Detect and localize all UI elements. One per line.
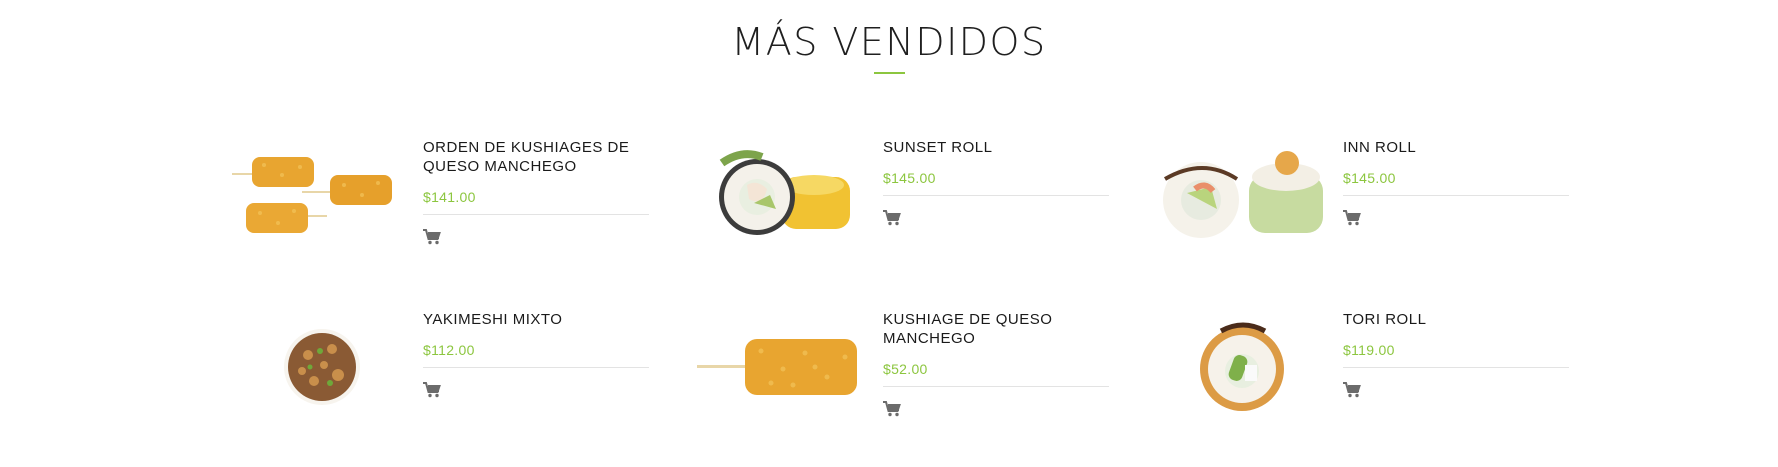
divider xyxy=(1343,195,1569,196)
product-name[interactable]: INN ROLL xyxy=(1343,138,1569,157)
sunset-roll-image xyxy=(719,150,850,235)
product-price: $52.00 xyxy=(883,361,928,377)
product-card: YAKIMESHI MIXTO $112.00 xyxy=(222,302,682,452)
divider xyxy=(423,214,649,215)
yakimeshi-image xyxy=(284,329,360,405)
tori-roll-image xyxy=(1200,322,1284,411)
kushiages-image xyxy=(232,157,392,233)
product-card: TORI ROLL $119.00 xyxy=(1142,302,1602,452)
product-image-inn-roll[interactable] xyxy=(1142,130,1342,260)
cart-icon[interactable] xyxy=(423,382,441,398)
product-price: $141.00 xyxy=(423,189,476,205)
product-card: SUNSET ROLL $145.00 xyxy=(682,130,1142,280)
product-name[interactable]: KUSHIAGE DE QUESO MANCHEGO xyxy=(883,310,1109,348)
product-price: $119.00 xyxy=(1343,342,1395,358)
divider xyxy=(883,386,1109,387)
product-price: $145.00 xyxy=(883,170,936,186)
product-name[interactable]: TORI ROLL xyxy=(1343,310,1569,329)
product-name[interactable]: YAKIMESHI MIXTO xyxy=(423,310,649,329)
cart-icon[interactable] xyxy=(1343,382,1361,398)
product-card: INN ROLL $145.00 xyxy=(1142,130,1602,280)
product-image-kushiages[interactable] xyxy=(222,130,422,260)
cart-icon[interactable] xyxy=(1343,210,1361,226)
product-image-tori-roll[interactable] xyxy=(1142,302,1342,432)
inn-roll-image xyxy=(1163,151,1323,238)
product-card: ORDEN DE KUSHIAGES DE QUESO MANCHEGO $14… xyxy=(222,130,682,280)
cart-icon[interactable] xyxy=(883,210,901,226)
cart-icon[interactable] xyxy=(423,229,441,245)
product-card: KUSHIAGE DE QUESO MANCHEGO $52.00 xyxy=(682,302,1142,452)
product-name[interactable]: ORDEN DE KUSHIAGES DE QUESO MANCHEGO xyxy=(423,138,649,176)
product-image-yakimeshi[interactable] xyxy=(222,302,422,432)
product-image-kushiage[interactable] xyxy=(682,302,882,432)
kushiage-image xyxy=(697,339,857,395)
product-name[interactable]: SUNSET ROLL xyxy=(883,138,1109,157)
cart-icon[interactable] xyxy=(883,401,901,417)
product-image-sunset-roll[interactable] xyxy=(682,130,882,260)
divider xyxy=(1343,367,1569,368)
divider xyxy=(423,367,649,368)
product-price: $112.00 xyxy=(423,342,475,358)
product-grid: ORDEN DE KUSHIAGES DE QUESO MANCHEGO $14… xyxy=(0,0,1778,467)
divider xyxy=(883,195,1109,196)
product-price: $145.00 xyxy=(1343,170,1396,186)
